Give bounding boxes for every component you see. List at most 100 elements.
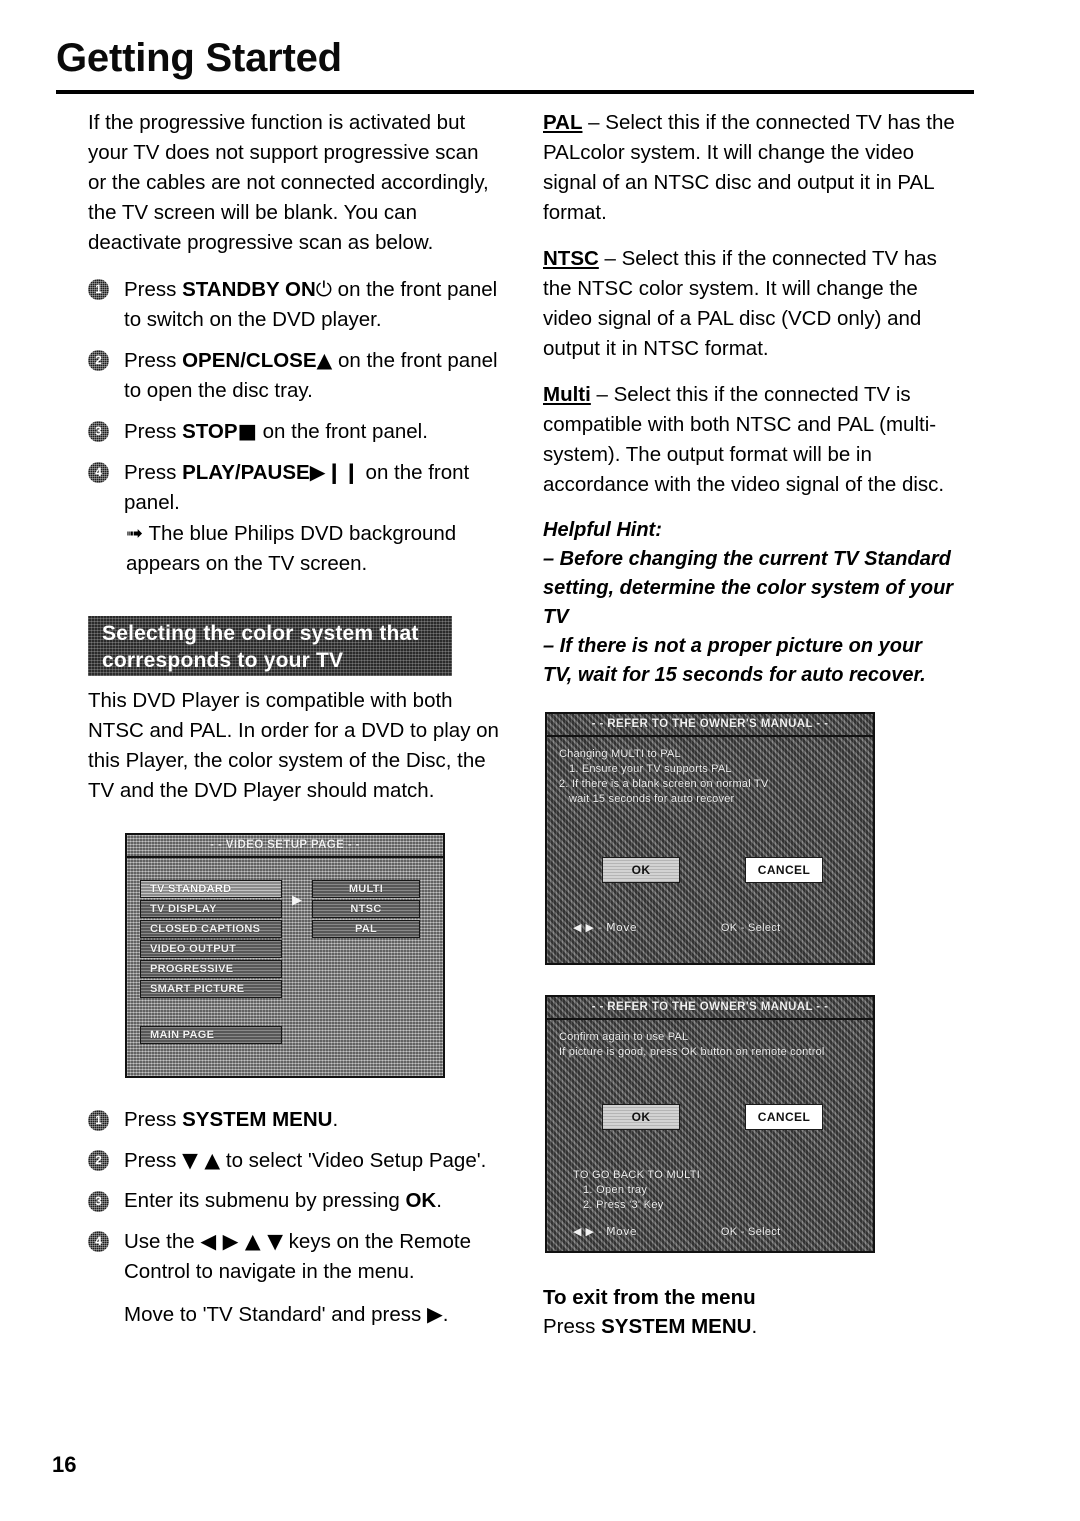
arrow-result-icon: ➟ xyxy=(126,521,144,545)
step-list-color-system: 1 Press SYSTEM MENU. 2 Press ▼ ▲ to sele… xyxy=(88,1105,500,1287)
menu-item-closed-captions[interactable]: CLOSED CAPTIONS xyxy=(140,920,282,938)
helpful-hint-item: – If there is not a proper picture on yo… xyxy=(543,635,926,686)
screen-titlebar: - - REFER TO THE OWNER'S MANUAL - - xyxy=(547,997,873,1020)
dialog-line: wait 15 seconds for auto recover xyxy=(569,793,735,805)
step-text-pre: Use the xyxy=(124,1230,201,1253)
step-key-label: SYSTEM MENU xyxy=(182,1108,333,1131)
power-icon: ⏻ xyxy=(315,277,332,301)
pal-description: – Select this if the connected TV has th… xyxy=(543,111,955,224)
dialog-footer-hints: ◀ ▶ - Move OK - Select xyxy=(573,921,780,934)
screenshot-dialog-confirm-pal: - - REFER TO THE OWNER'S MANUAL - - Conf… xyxy=(545,995,875,1253)
menu-option-multi[interactable]: MULTI xyxy=(312,880,420,898)
step-text-pre: Press xyxy=(124,349,183,372)
select-hint-label: OK - Select xyxy=(720,1226,781,1238)
helpful-hint-heading: Helpful Hint: xyxy=(543,519,662,541)
go-back-instructions: TO GO BACK TO MULTI 1. Open tray 2. Pres… xyxy=(573,1168,700,1213)
cancel-button[interactable]: CANCEL xyxy=(745,857,823,883)
setup-menu-right-column: MULTI NTSC PAL xyxy=(312,880,420,940)
setup-menu-left-column: TV STANDARD TV DISPLAY CLOSED CAPTIONS V… xyxy=(140,880,282,1000)
dialog-message: Confirm again to use PAL If picture is g… xyxy=(559,1030,825,1060)
menu-option-pal[interactable]: PAL xyxy=(312,920,420,938)
list-item: 2 Press ▼ ▲ to select 'Video Setup Page'… xyxy=(88,1145,500,1176)
page-number: 16 xyxy=(52,1452,77,1477)
step-text-pre: Press xyxy=(124,1108,183,1131)
list-item: 1 Press STANDBY ON⏻ on the front panel t… xyxy=(88,274,500,335)
go-back-line: TO GO BACK TO MULTI xyxy=(573,1169,701,1181)
menu-item-video-output[interactable]: VIDEO OUTPUT xyxy=(140,940,282,958)
ok-button[interactable]: OK xyxy=(602,857,680,883)
exit-instructions: To exit from the menu Press SYSTEM MENU. xyxy=(543,1283,955,1341)
step-text-post: . xyxy=(436,1189,442,1212)
step-key-label: STOP xyxy=(182,420,238,443)
stop-icon: ■ xyxy=(237,419,257,443)
step-key-label: STANDBY ON xyxy=(182,278,316,301)
step-number-badge: 2 xyxy=(88,350,109,371)
move-note: Move to 'TV Standard' and press ▶. xyxy=(88,1299,500,1330)
step-list-progressive: 1 Press STANDBY ON⏻ on the front panel t… xyxy=(88,274,500,579)
go-back-line: 2. Press '3' Key xyxy=(583,1199,664,1211)
screen-body: Confirm again to use PAL If picture is g… xyxy=(547,1020,873,1251)
step-number-badge: 3 xyxy=(88,421,109,442)
right-arrow-icon: ▶ xyxy=(426,1302,443,1326)
list-item: 3 Press STOP■ on the front panel. xyxy=(88,416,500,447)
step-text-pre: Press xyxy=(124,461,183,484)
multi-description: – Select this if the connected TV is com… xyxy=(543,383,945,496)
play-pause-icon: ▶❙❙ xyxy=(309,460,360,484)
step-result-note: ➟ The blue Philips DVD background appear… xyxy=(124,518,500,579)
step-text-post: to select 'Video Setup Page'. xyxy=(220,1149,487,1172)
multi-paragraph: Multi – Select this if the connected TV … xyxy=(543,380,955,500)
go-back-line: 1. Open tray xyxy=(583,1184,648,1196)
move-note-pre: Move to 'TV Standard' and press xyxy=(124,1303,427,1326)
menu-item-smart-picture[interactable]: SMART PICTURE xyxy=(140,980,282,998)
right-column: PAL – Select this if the connected TV ha… xyxy=(543,108,955,690)
step-text-pre: Press xyxy=(124,1149,183,1172)
step-number-badge: 2 xyxy=(88,1150,109,1171)
helpful-hint-block: Helpful Hint: – Before changing the curr… xyxy=(543,516,955,690)
section-banner-line2: corresponds to your TV xyxy=(102,649,344,672)
menu-item-progressive[interactable]: PROGRESSIVE xyxy=(140,960,282,978)
screenshot-dialog-changing-multi-to-pal: - - REFER TO THE OWNER'S MANUAL - - Chan… xyxy=(545,712,875,965)
compat-paragraph: This DVD Player is compatible with both … xyxy=(88,689,499,802)
pal-paragraph: PAL – Select this if the connected TV ha… xyxy=(543,108,955,228)
step-key-label: PLAY/PAUSE xyxy=(182,461,310,484)
menu-item-tv-standard[interactable]: TV STANDARD xyxy=(140,880,282,898)
cancel-button[interactable]: CANCEL xyxy=(745,1104,823,1130)
screen-body: Changing MULTI to PAL 1. Ensure your TV … xyxy=(547,737,873,963)
step-text-post: . xyxy=(332,1108,339,1131)
step-key-label: OK xyxy=(405,1189,437,1212)
exit-post: . xyxy=(751,1315,758,1338)
section-banner-line1: Selecting the color system that xyxy=(102,622,419,645)
dialog-line: 2. If there is a blank screen on normal … xyxy=(559,778,769,790)
ok-button[interactable]: OK xyxy=(602,1104,680,1130)
eject-icon: ▲ xyxy=(316,348,333,372)
compat-block: This DVD Player is compatible with both … xyxy=(88,686,500,822)
menu-option-ntsc[interactable]: NTSC xyxy=(312,900,420,918)
multi-term: Multi xyxy=(543,383,591,406)
menu-item-main-page[interactable]: MAIN PAGE xyxy=(140,1026,282,1044)
step-number-badge: 4 xyxy=(88,462,109,483)
list-item: 3 Enter its submenu by pressing OK. xyxy=(88,1186,500,1216)
step-key-label: OPEN/CLOSE xyxy=(182,349,317,372)
down-up-arrows-icon: ▼ ▲ xyxy=(182,1148,221,1172)
step-number-badge: 3 xyxy=(88,1191,109,1212)
step-text-pre: Enter its submenu by pressing xyxy=(124,1189,406,1212)
chevron-right-icon: ▶ xyxy=(292,893,302,908)
list-item: 4 Use the ◀ ▶ ▲ ▼ keys on the Remote Con… xyxy=(88,1226,500,1287)
left-column: If the progressive function is activated… xyxy=(88,108,500,589)
step-text-post: on the front panel. xyxy=(256,420,428,443)
section-banner: Selecting the color system that correspo… xyxy=(88,616,452,676)
step-text-pre: Press xyxy=(124,278,183,301)
header-rule xyxy=(56,90,974,94)
move-hint-label: ◀ ▶ - Move xyxy=(573,921,637,934)
step-result-text: The blue Philips DVD background appears … xyxy=(126,522,457,575)
menu-item-tv-display[interactable]: TV DISPLAY xyxy=(140,900,282,918)
ntsc-paragraph: NTSC – Select this if the connected TV h… xyxy=(543,244,955,364)
screen-body: TV STANDARD TV DISPLAY CLOSED CAPTIONS V… xyxy=(127,858,443,1076)
exit-key-label: SYSTEM MENU xyxy=(601,1315,752,1338)
step-number-badge: 1 xyxy=(88,1110,109,1131)
dialog-message: Changing MULTI to PAL 1. Ensure your TV … xyxy=(559,747,768,807)
screenshot-video-setup-page: - - VIDEO SETUP PAGE - - TV STANDARD TV … xyxy=(125,833,445,1078)
list-item: 4 Press PLAY/PAUSE▶❙❙ on the front panel… xyxy=(88,457,500,579)
dialog-footer-hints: ◀ ▶ - Move OK - Select xyxy=(573,1225,780,1238)
select-hint-label: OK - Select xyxy=(720,922,781,934)
